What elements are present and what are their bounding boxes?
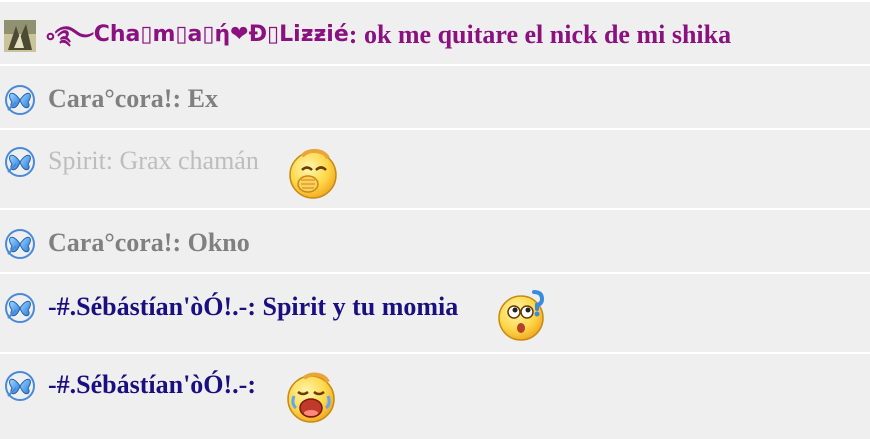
giggle-emoticon — [289, 149, 337, 199]
crying-emoticon — [287, 372, 335, 423]
sender-separator: : — [105, 146, 114, 175]
chat-message-row: -#.Sébástían'òÓ!.- : Spirit y tu momia — [0, 272, 870, 352]
message-text: Ex — [181, 84, 218, 113]
chat-message-row: Cara°cora! : Okno — [0, 208, 870, 272]
chat-message-row: ༚࿐ Cha▯m▯a▯ή❤Đ▯Liƶƶié : ok me quitare el… — [0, 0, 870, 64]
messenger-butterfly-icon — [4, 370, 36, 402]
photo-avatar-icon — [4, 20, 36, 52]
chat-log: ༚࿐ Cha▯m▯a▯ή❤Đ▯Liƶƶié : ok me quitare el… — [0, 0, 870, 439]
sender-decoration: ༚࿐ — [46, 21, 94, 49]
sender-name: Cara°cora! — [48, 228, 173, 257]
sender-separator: : — [172, 84, 182, 113]
sender-separator: : — [172, 228, 182, 257]
messenger-butterfly-icon — [4, 292, 36, 324]
message-text: Spirit y tu momia — [256, 292, 459, 321]
sender-name: Spirit — [48, 146, 106, 175]
sender-separator: : — [348, 20, 358, 49]
chat-message-row: Cara°cora! : Ex — [0, 64, 870, 128]
messenger-butterfly-icon — [4, 146, 36, 178]
sender-separator: : — [247, 370, 257, 399]
message-text: Grax chamán — [113, 146, 259, 175]
messenger-butterfly-icon — [4, 84, 36, 116]
sender-name: -#.Sébástían'òÓ!.- — [48, 292, 248, 321]
sender-separator: : — [247, 292, 257, 321]
sender-name: Cara°cora! — [48, 84, 173, 113]
chat-message-row: Spirit : Grax chamán — [0, 128, 870, 208]
chat-message-row: -#.Sébástían'òÓ!.- : — [0, 352, 870, 439]
message-text: ok me quitare el nick de mi shika — [357, 20, 732, 49]
sender-name: Cha▯m▯a▯ή❤Đ▯Liƶƶié — [93, 22, 349, 47]
sender-name: -#.Sébástían'òÓ!.- — [48, 370, 248, 399]
confused-emoticon — [498, 290, 545, 341]
message-text: Okno — [181, 228, 250, 257]
messenger-butterfly-icon — [4, 228, 36, 260]
